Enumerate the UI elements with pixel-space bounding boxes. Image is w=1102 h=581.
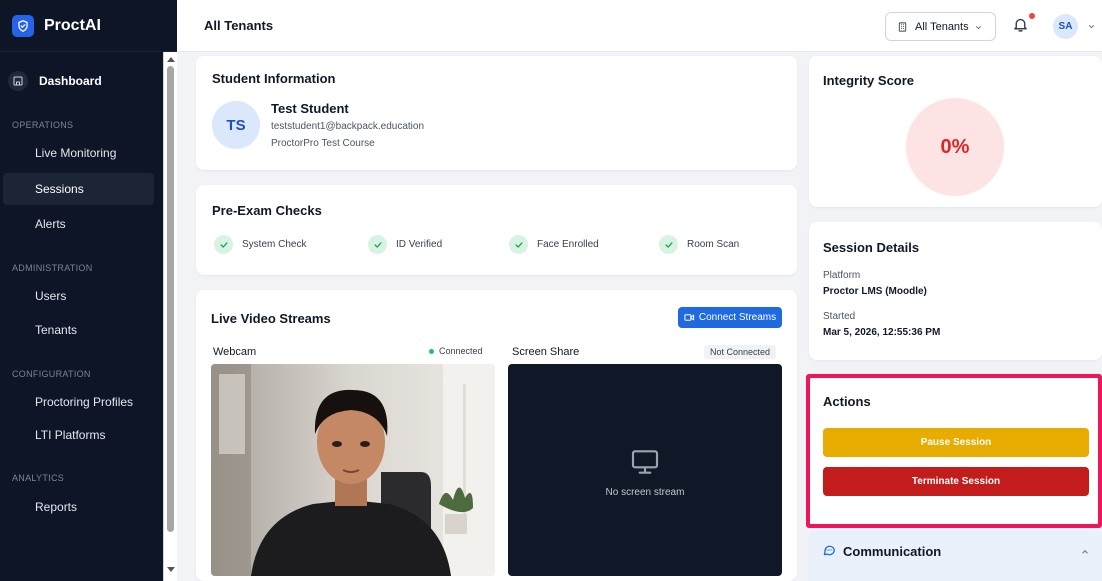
screen-share-feed[interactable]: No screen stream <box>508 364 782 576</box>
connect-streams-label: Connect Streams <box>698 312 777 323</box>
connect-streams-button[interactable]: Connect Streams <box>678 307 782 328</box>
webcam-label: Webcam <box>213 346 257 358</box>
webcam-status-text: Connected <box>439 346 483 356</box>
top-bar: All Tenants All Tenants SA <box>177 0 1102 52</box>
student-name: Test Student <box>271 101 349 116</box>
chevron-down-icon[interactable] <box>1087 22 1096 31</box>
live-video-streams-card: Live Video Streams Connect Streams Webca… <box>196 290 797 581</box>
check-label: Face Enrolled <box>537 239 599 250</box>
video-camera-icon <box>684 314 694 321</box>
chat-bubble-icon <box>823 545 835 556</box>
actions-card: Actions Pause Session Terminate Session <box>809 377 1102 527</box>
building-icon <box>898 21 907 32</box>
started-value: Mar 5, 2026, 12:55:36 PM <box>823 327 941 338</box>
sidebar-item-reports[interactable]: Reports <box>3 491 154 523</box>
webcam-status-badge: Connected <box>429 346 483 356</box>
check-label: Room Scan <box>687 239 740 250</box>
sidebar-item-live-monitoring[interactable]: Live Monitoring <box>3 137 154 169</box>
tenant-select-value: All Tenants <box>915 20 969 33</box>
sidebar-item-dashboard[interactable]: Dashboard <box>4 67 154 95</box>
check-label: System Check <box>242 239 307 250</box>
screen-share-status-badge: Not Connected <box>704 345 777 359</box>
sidebar-item-proctoring-profiles[interactable]: Proctoring Profiles <box>3 386 154 418</box>
screen-share-label: Screen Share <box>512 346 580 358</box>
section-label-configuration: CONFIGURATION <box>12 369 91 379</box>
communication-panel[interactable]: Communication <box>809 530 1102 581</box>
checkmark-icon <box>659 235 678 254</box>
tenant-select[interactable]: All Tenants <box>885 12 996 41</box>
brand-name: ProctAI <box>44 16 101 34</box>
sidebar-item-lti-platforms[interactable]: LTI Platforms <box>3 419 154 451</box>
page-title: All Tenants <box>204 18 274 33</box>
student-information-card: Student Information TS Test Student test… <box>196 56 797 170</box>
check-face-enrolled: Face Enrolled <box>509 235 599 254</box>
platform-value: Proctor LMS (Moodle) <box>823 286 927 297</box>
integrity-score-card: Integrity Score 0% <box>809 56 1102 207</box>
webcam-video-feed[interactable] <box>211 364 495 576</box>
checkmark-icon <box>214 235 233 254</box>
sidebar-item-alerts[interactable]: Alerts <box>3 208 154 240</box>
scrollbar-thumb[interactable] <box>167 66 174 532</box>
section-label-analytics: ANALYTICS <box>12 473 65 483</box>
sidebar: ProctAI Dashboard OPERATIONS Live Monito… <box>0 0 177 581</box>
terminate-session-button[interactable]: Terminate Session <box>823 467 1089 496</box>
checkmark-icon <box>368 235 387 254</box>
sidebar-item-sessions[interactable]: Sessions <box>3 173 154 205</box>
card-title: Pre-Exam Checks <box>212 203 322 218</box>
sidebar-item-users[interactable]: Users <box>3 280 154 312</box>
notification-dot <box>1029 13 1035 19</box>
scroll-down-arrow-icon[interactable] <box>167 567 175 572</box>
student-course: ProctorPro Test Course <box>271 138 375 149</box>
platform-label: Platform <box>823 270 861 281</box>
monitor-icon <box>631 450 659 474</box>
status-dot <box>429 348 434 354</box>
sidebar-item-label: Dashboard <box>39 74 102 88</box>
chevron-up-icon[interactable] <box>1080 547 1090 557</box>
integrity-score-value: 0% <box>906 98 1004 196</box>
webcam-frame-image <box>211 364 495 576</box>
section-label-administration: ADMINISTRATION <box>12 263 93 273</box>
session-details-card: Session Details Platform Proctor LMS (Mo… <box>809 222 1102 360</box>
card-title: Session Details <box>823 240 920 255</box>
check-id-verified: ID Verified <box>368 235 442 254</box>
card-title: Live Video Streams <box>211 311 331 326</box>
student-avatar: TS <box>212 101 260 149</box>
no-screen-stream-text: No screen stream <box>605 487 685 498</box>
card-title: Integrity Score <box>823 73 915 88</box>
check-system-check: System Check <box>214 235 306 254</box>
card-title: Student Information <box>212 71 336 86</box>
shield-logo-icon <box>12 14 34 37</box>
home-icon <box>8 71 28 91</box>
check-label: ID Verified <box>396 239 443 250</box>
card-title: Actions <box>823 394 871 409</box>
section-label-operations: OPERATIONS <box>12 120 74 130</box>
chevron-down-icon <box>975 26 982 30</box>
communication-title: Communication <box>843 544 942 559</box>
pause-session-button[interactable]: Pause Session <box>823 428 1089 457</box>
user-avatar[interactable]: SA <box>1053 14 1078 39</box>
checkmark-icon <box>509 235 528 254</box>
scroll-up-arrow-icon[interactable] <box>167 57 175 62</box>
pre-exam-checks-card: Pre-Exam Checks System Check ID Verified… <box>196 185 797 275</box>
brand[interactable]: ProctAI <box>0 0 177 52</box>
sidebar-scrollbar[interactable] <box>163 52 177 581</box>
student-email: teststudent1@backpack.education <box>271 121 425 132</box>
started-label: Started <box>823 311 856 322</box>
check-room-scan: Room Scan <box>659 235 739 254</box>
sidebar-item-tenants[interactable]: Tenants <box>3 314 154 346</box>
bell-icon[interactable] <box>1012 16 1029 33</box>
